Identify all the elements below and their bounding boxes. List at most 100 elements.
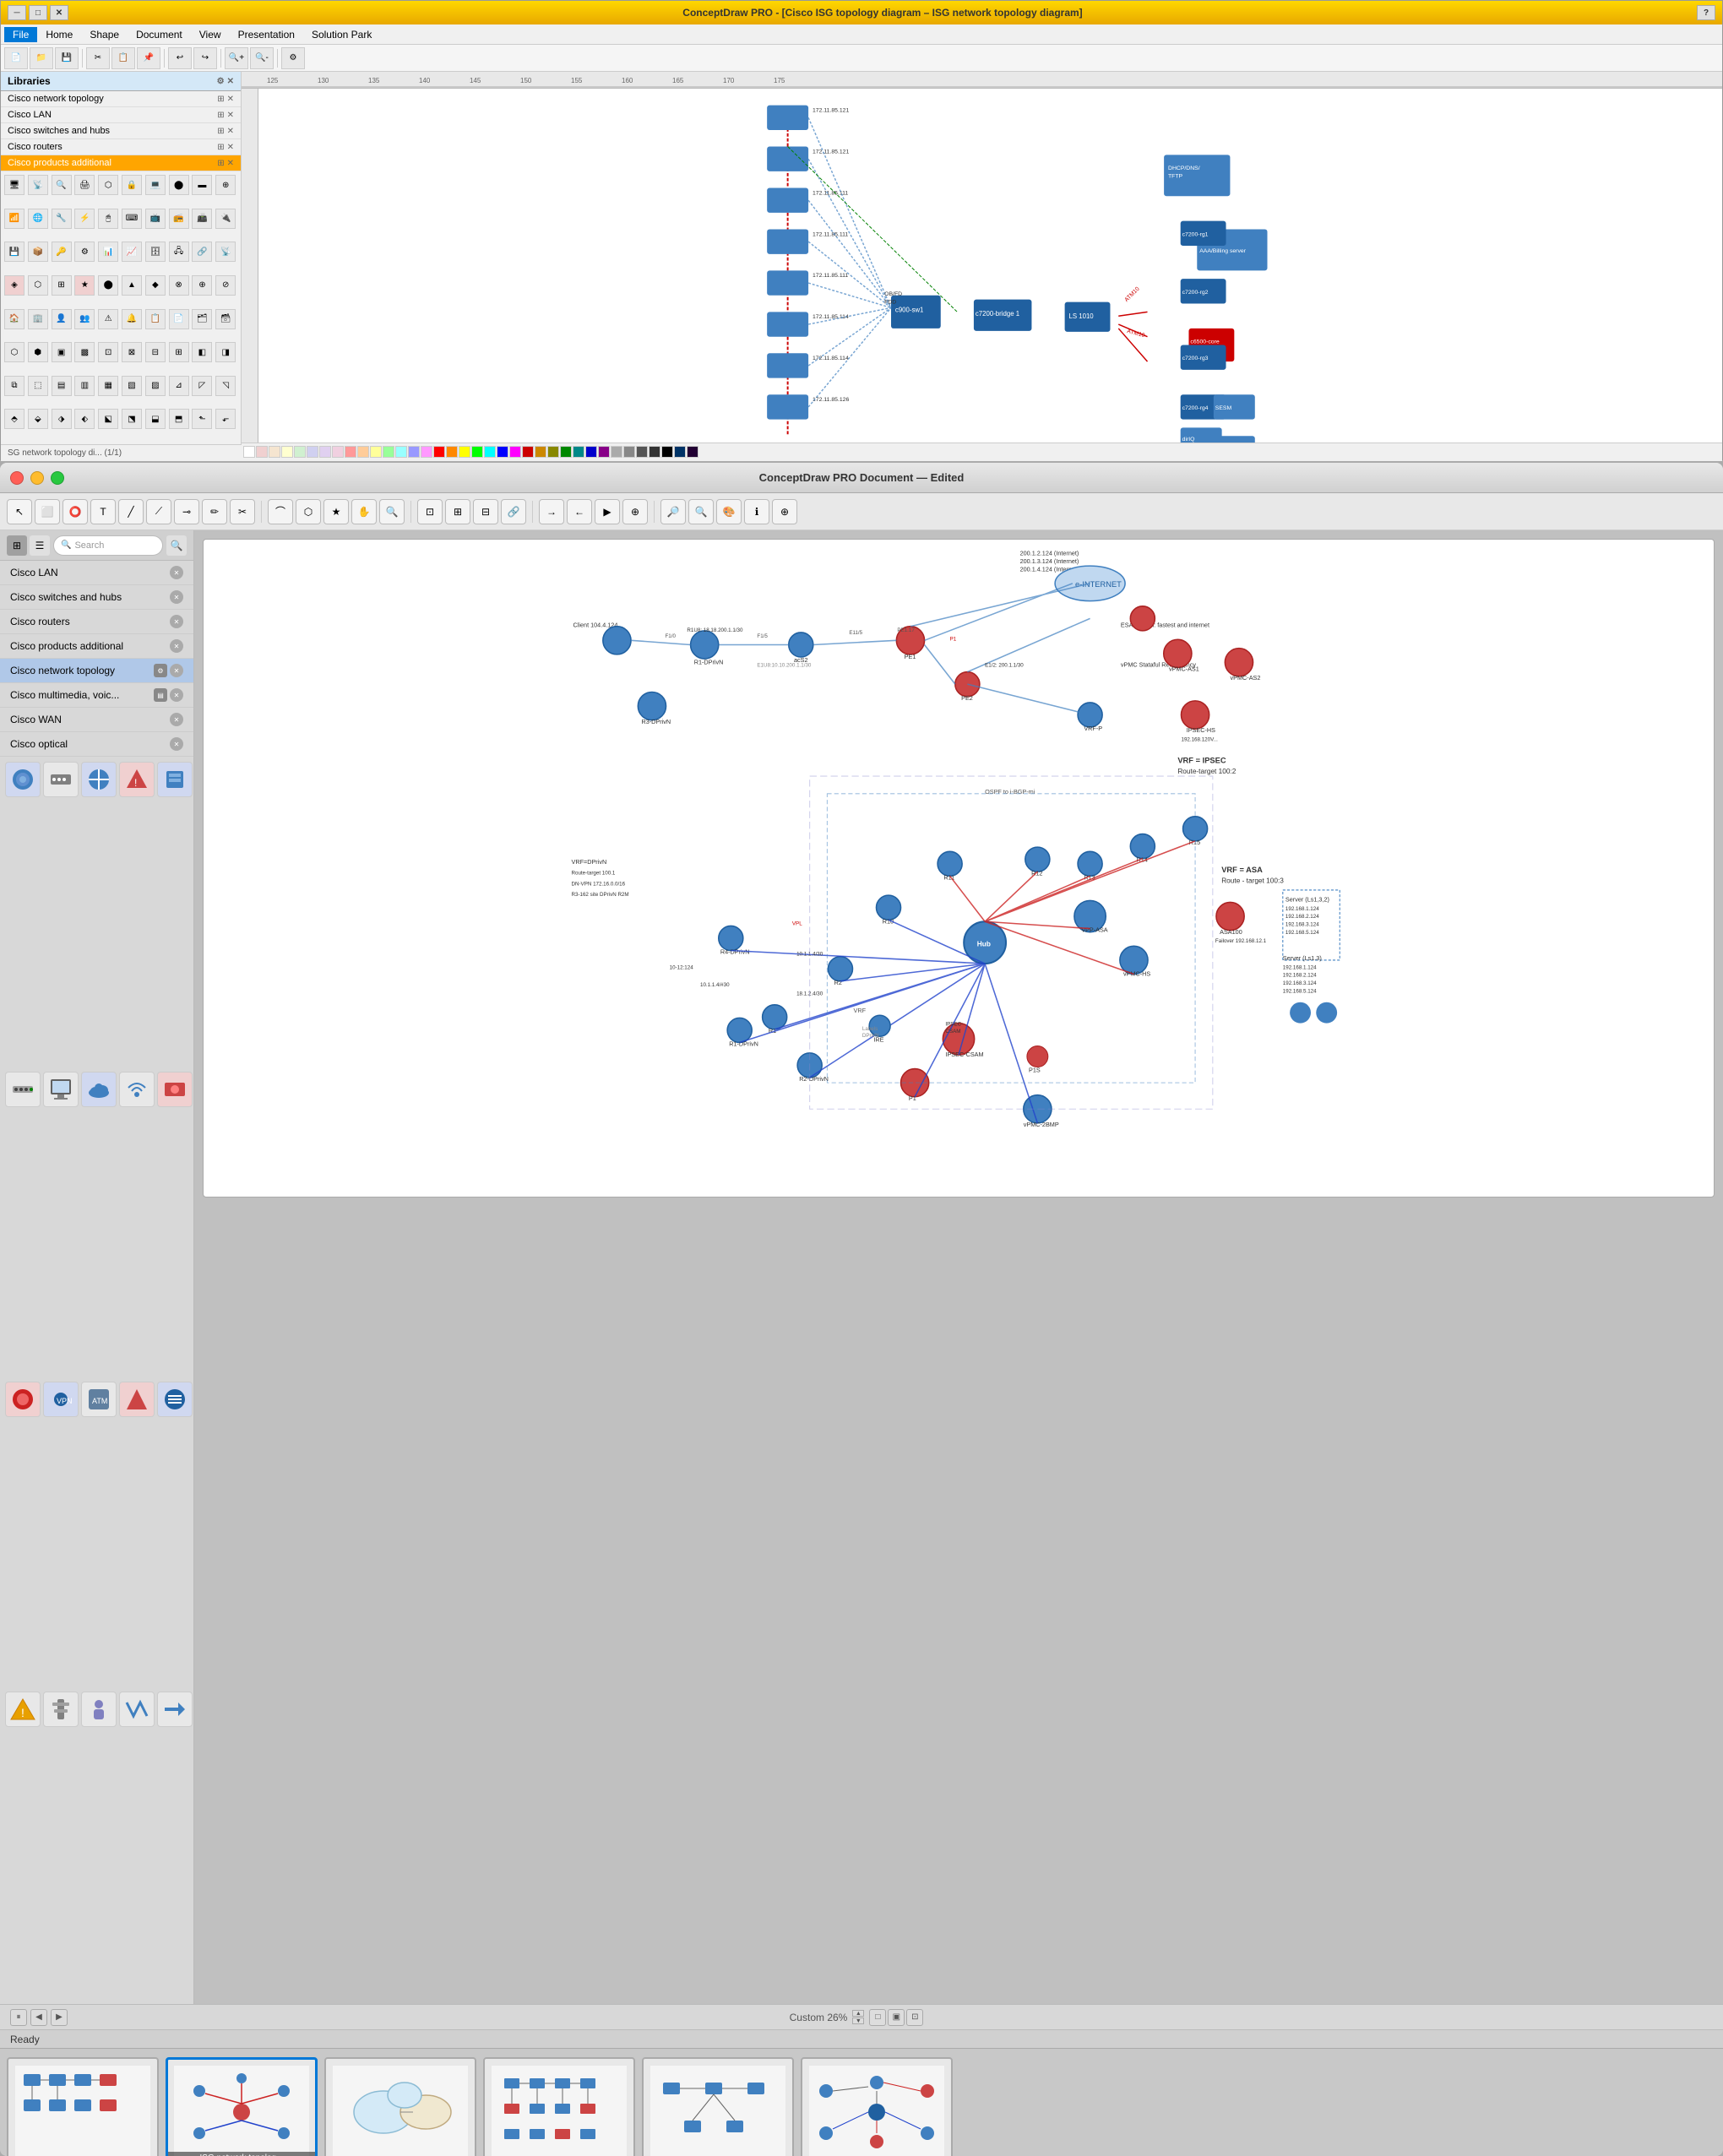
color-red[interactable] <box>433 446 445 458</box>
icon-cell-7[interactable]: 💻 <box>145 175 166 195</box>
thumbnail-4[interactable] <box>483 2057 635 2156</box>
lib-item-cisco-lan[interactable]: Cisco LAN ⊞✕ <box>1 107 241 123</box>
color-cyan[interactable] <box>484 446 496 458</box>
icon-cell-33[interactable]: ⊞ <box>52 275 72 296</box>
mac-lib-cisco-lan[interactable]: Cisco LAN ✕ <box>0 561 193 585</box>
icon-cell-72[interactable]: ⬙ <box>28 409 48 429</box>
icon-cell-5[interactable]: ⬡ <box>98 175 118 195</box>
icon-cell-3[interactable]: 🔍 <box>52 175 72 195</box>
mac-icon-hub[interactable] <box>5 1072 41 1107</box>
color-magenta[interactable] <box>509 446 521 458</box>
mac-icon-arrow[interactable] <box>157 1692 193 1727</box>
color-2[interactable] <box>269 446 280 458</box>
icon-cell-56[interactable]: ⊠ <box>122 342 142 362</box>
mac-tool-link[interactable]: 🔗 <box>501 499 526 524</box>
icon-cell-67[interactable]: ▨ <box>145 376 166 396</box>
mac-icon-router-1[interactable] <box>5 762 41 797</box>
mac-tool-zoom-widget[interactable]: ⊕ <box>772 499 797 524</box>
toolbar-new[interactable]: 📄 <box>4 47 28 69</box>
icon-cell-49[interactable]: 🗂 <box>192 309 212 329</box>
mac-lib-close-1[interactable]: ✕ <box>170 566 183 579</box>
mac-icon-warning[interactable]: ! <box>5 1692 41 1727</box>
icon-cell-57[interactable]: ⊟ <box>145 342 166 362</box>
color-olive[interactable] <box>547 446 559 458</box>
color-9[interactable] <box>357 446 369 458</box>
icon-cell-80[interactable]: ⬐ <box>215 409 236 429</box>
color-6[interactable] <box>319 446 331 458</box>
icon-cell-40[interactable]: ⊘ <box>215 275 236 296</box>
mac-tool-forward[interactable]: → <box>539 499 564 524</box>
color-14[interactable] <box>421 446 432 458</box>
mac-lib-icon-6[interactable]: ▤ <box>154 688 167 702</box>
toolbar-undo[interactable]: ↩ <box>168 47 192 69</box>
mac-tool-arrange[interactable]: ⊞ <box>445 499 470 524</box>
mac-tool-text[interactable]: T <box>90 499 116 524</box>
color-7[interactable] <box>332 446 344 458</box>
zoom-fit-btn[interactable]: □ <box>869 2009 886 2026</box>
mac-tool-color[interactable]: 🎨 <box>716 499 742 524</box>
mac-tool-zoom-out[interactable]: 🔍 <box>688 499 714 524</box>
icon-cell-47[interactable]: 📋 <box>145 309 166 329</box>
icon-cell-8[interactable]: ⬤ <box>169 175 189 195</box>
icon-cell-18[interactable]: 📻 <box>169 209 189 229</box>
help-btn[interactable]: ? <box>1697 5 1715 20</box>
icon-cell-63[interactable]: ▤ <box>52 376 72 396</box>
icon-cell-79[interactable]: ⬑ <box>192 409 212 429</box>
mac-drawing-area[interactable]: 200.1.2.124 (Internet) 200.1.3.124 (Inte… <box>203 539 1715 1197</box>
icon-cell-30[interactable]: 📡 <box>215 242 236 262</box>
mac-tool-fit[interactable]: ⊡ <box>417 499 443 524</box>
color-darkgray[interactable] <box>623 446 635 458</box>
icon-cell-9[interactable]: ▬ <box>192 175 212 195</box>
icon-cell-17[interactable]: 📺 <box>145 209 166 229</box>
toolbar-paste[interactable]: 📌 <box>137 47 160 69</box>
mac-tool-run[interactable]: ▶ <box>595 499 620 524</box>
thumbnail-3[interactable] <box>324 2057 476 2156</box>
menu-home[interactable]: Home <box>37 27 81 42</box>
mac-tool-line[interactable]: ╱ <box>118 499 144 524</box>
mac-sidebar-view-btns[interactable]: ⊞ ☰ <box>7 535 50 556</box>
mac-lib-cisco-optical[interactable]: Cisco optical ✕ <box>0 732 193 757</box>
color-darkorange[interactable] <box>535 446 546 458</box>
pause-btn[interactable]: ⏸ <box>10 2009 27 2026</box>
mac-icon-pc[interactable] <box>43 1072 79 1107</box>
mac-lib-cisco-switches[interactable]: Cisco switches and hubs ✕ <box>0 585 193 610</box>
mac-tool-select[interactable]: ↖ <box>7 499 32 524</box>
mac-lib-active-icons[interactable]: ⚙ ✕ <box>154 664 183 677</box>
icon-cell-39[interactable]: ⊕ <box>192 275 212 296</box>
toolbar-zoom-out[interactable]: 🔍- <box>250 47 274 69</box>
color-1[interactable] <box>256 446 268 458</box>
icon-cell-10[interactable]: ⊕ <box>215 175 236 195</box>
mac-close-btn[interactable] <box>10 471 24 485</box>
mac-icon-person[interactable] <box>81 1692 117 1727</box>
mac-icon-wireless[interactable] <box>119 1072 155 1107</box>
icon-cell-6[interactable]: 🔒 <box>122 175 142 195</box>
mac-tool-arc[interactable]: ⌒ <box>268 499 293 524</box>
mac-lib-settings-icon[interactable]: ⚙ <box>154 664 167 677</box>
color-blue[interactable] <box>497 446 508 458</box>
menu-shape[interactable]: Shape <box>81 27 128 42</box>
color-palette[interactable] <box>242 443 1722 459</box>
icon-cell-55[interactable]: ⊡ <box>98 342 118 362</box>
icon-cell-64[interactable]: ▥ <box>74 376 95 396</box>
icon-cell-25[interactable]: 📊 <box>98 242 118 262</box>
mac-lib-close-5[interactable]: ✕ <box>170 664 183 677</box>
color-orange[interactable] <box>446 446 458 458</box>
color-13[interactable] <box>408 446 420 458</box>
mac-tool-inspector[interactable]: ℹ <box>744 499 769 524</box>
icon-cell-60[interactable]: ◨ <box>215 342 236 362</box>
mac-lib-close-3[interactable]: ✕ <box>170 615 183 628</box>
menu-view[interactable]: View <box>191 27 230 42</box>
icon-cell-20[interactable]: 🔌 <box>215 209 236 229</box>
icon-cell-73[interactable]: ⬗ <box>52 409 72 429</box>
icon-cell-65[interactable]: ▦ <box>98 376 118 396</box>
toolbar-copy[interactable]: 📋 <box>111 47 135 69</box>
color-10[interactable] <box>370 446 382 458</box>
mac-tool-crop[interactable]: ✂ <box>230 499 255 524</box>
icon-cell-69[interactable]: ◸ <box>192 376 212 396</box>
icon-cell-46[interactable]: 🔔 <box>122 309 142 329</box>
color-teal[interactable] <box>573 446 584 458</box>
zoom-stepper[interactable]: ▲ ▼ <box>852 2010 864 2024</box>
icon-cell-44[interactable]: 👥 <box>74 309 95 329</box>
mac-minimize-btn[interactable] <box>30 471 44 485</box>
mac-canvas[interactable]: 200.1.2.124 (Internet) 200.1.3.124 (Inte… <box>194 530 1723 2004</box>
